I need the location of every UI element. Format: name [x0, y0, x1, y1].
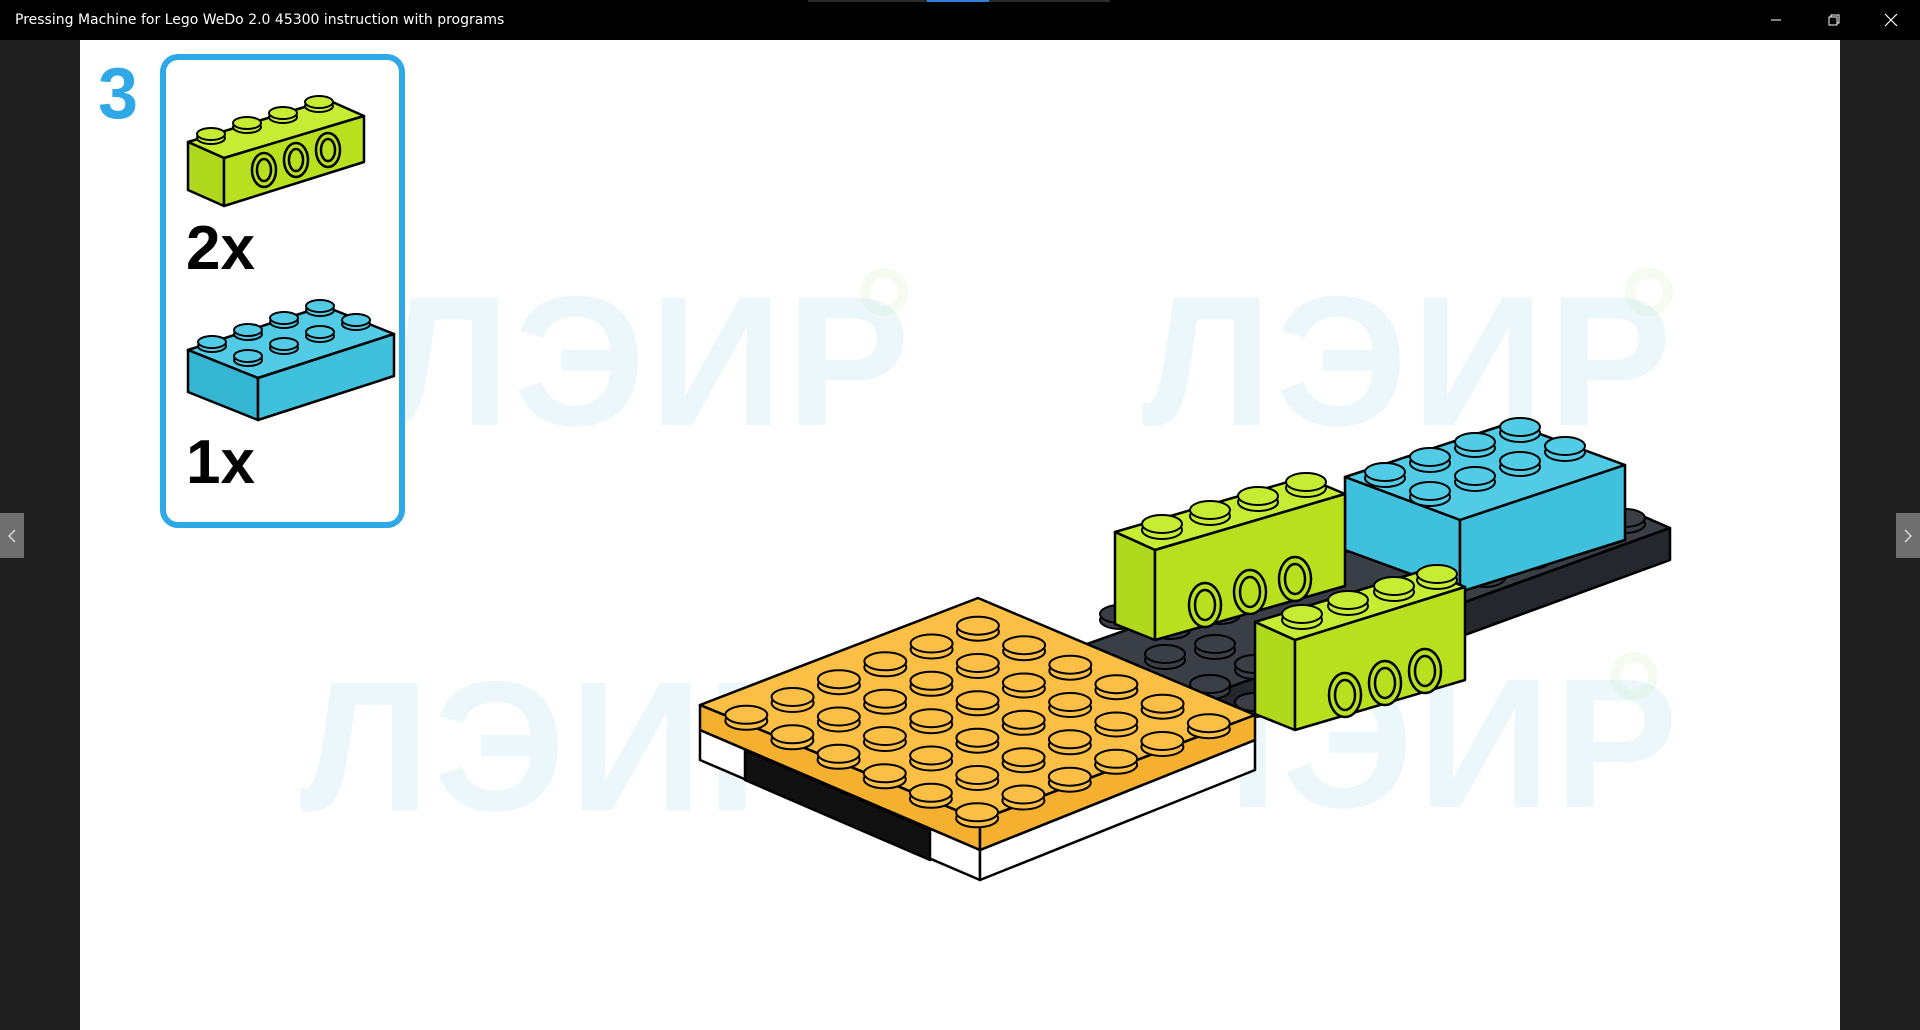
orange-plate-stud [955, 802, 1000, 823]
orange-plate-stud [816, 669, 861, 690]
orange-plate-stud [1186, 713, 1231, 734]
orange-plate-stud [955, 727, 1000, 748]
orange-plate-stud [1047, 729, 1092, 750]
title-bar: Pressing Machine for Lego WeDo 2.0 45300… [0, 0, 1920, 40]
orange-plate-stud [863, 688, 908, 709]
orange-plate-stud [770, 724, 815, 745]
orange-plate-stud [955, 615, 1000, 636]
orange-plate-stud [1047, 766, 1092, 787]
orange-plate-stud [863, 651, 908, 672]
orange-plate-stud [955, 765, 1000, 785]
chevron-left-icon [7, 528, 16, 543]
close-button[interactable] [1862, 0, 1920, 40]
next-page-button[interactable] [1896, 513, 1920, 558]
assembly-model-image [698, 417, 1672, 882]
orange-plate-stud [908, 782, 953, 803]
orange-plate-stud [770, 687, 815, 707]
orange-plate-stud [1001, 747, 1046, 768]
restore-button[interactable] [1805, 0, 1863, 40]
orange-plate-stud [1140, 731, 1185, 751]
chevron-right-icon [1904, 528, 1913, 543]
orange-plate-stud [1048, 692, 1093, 712]
orange-plate-stud [955, 690, 1000, 711]
orange-plate-stud [955, 653, 1000, 673]
orange-plate-stud [1001, 709, 1046, 730]
orange-plate-stud [909, 745, 954, 766]
instruction-page: ЛЭИР ЛЭИР ЛЭИР ЛЭИР 3 2x 1x [80, 40, 1840, 1030]
orange-plate-stud [862, 763, 907, 784]
orange-plate-stud [1002, 635, 1047, 656]
orange-plate-stud [909, 708, 954, 729]
orange-plate-stud [816, 743, 861, 764]
orange-plate-stud [1094, 674, 1139, 695]
minimize-button[interactable] [1747, 0, 1805, 40]
orange-plate-stud [862, 726, 907, 746]
orange-plate-stud [1001, 672, 1046, 693]
minimize-icon [1771, 19, 1781, 21]
orange-plate-stud [816, 706, 861, 727]
close-icon [1884, 13, 1898, 27]
orange-plate-stud [724, 704, 769, 725]
orange-plate-stud [1094, 711, 1139, 732]
taskbar-indicator-active [927, 0, 989, 2]
orange-plate-stud [1094, 748, 1139, 769]
orange-plate-stud [909, 633, 954, 654]
restore-icon [1828, 14, 1840, 26]
previous-page-button[interactable] [0, 513, 24, 558]
window-title: Pressing Machine for Lego WeDo 2.0 45300… [15, 12, 505, 28]
orange-plate-stud [1001, 784, 1046, 805]
orange-plate-stud [1048, 654, 1093, 675]
orange-plate-stud [1140, 693, 1185, 714]
orange-plate-stud [909, 670, 954, 691]
